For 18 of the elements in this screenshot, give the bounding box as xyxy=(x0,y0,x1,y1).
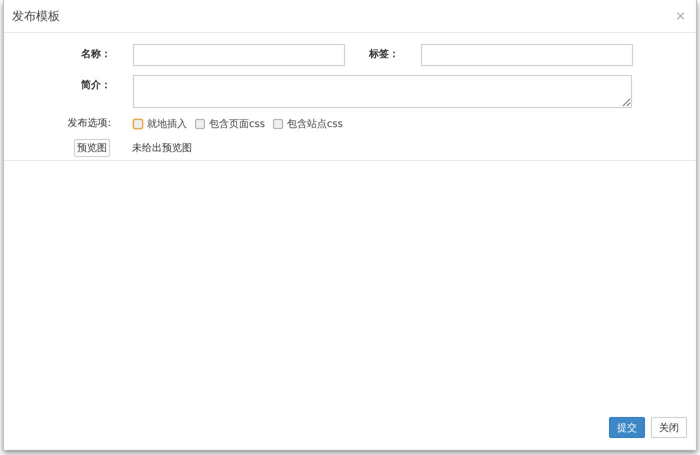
preview-status: 未给出预览图 xyxy=(132,142,192,155)
input-field[interactable] xyxy=(133,44,345,66)
field-label: 标签： xyxy=(368,48,399,62)
checkbox-label: 包含站点css xyxy=(286,118,343,131)
text-area[interactable] xyxy=(133,75,632,108)
input-field[interactable] xyxy=(421,44,633,66)
dialog-title: 发布模板 xyxy=(12,8,60,24)
checkbox[interactable] xyxy=(272,119,283,129)
checkbox[interactable] xyxy=(133,119,143,129)
close-button[interactable]: 关闭 xyxy=(651,417,687,438)
field-label: 名称： xyxy=(80,48,111,62)
checkbox-label: 包含页面css xyxy=(209,118,265,131)
preview-button[interactable]: 预览图 xyxy=(74,139,110,157)
field-label: 简介： xyxy=(80,78,111,93)
submit-button[interactable]: 提交 xyxy=(609,417,645,438)
checkbox-label: 就地插入 xyxy=(147,118,187,131)
checkbox[interactable] xyxy=(195,119,205,129)
field-label: 发布选项: xyxy=(66,117,111,131)
